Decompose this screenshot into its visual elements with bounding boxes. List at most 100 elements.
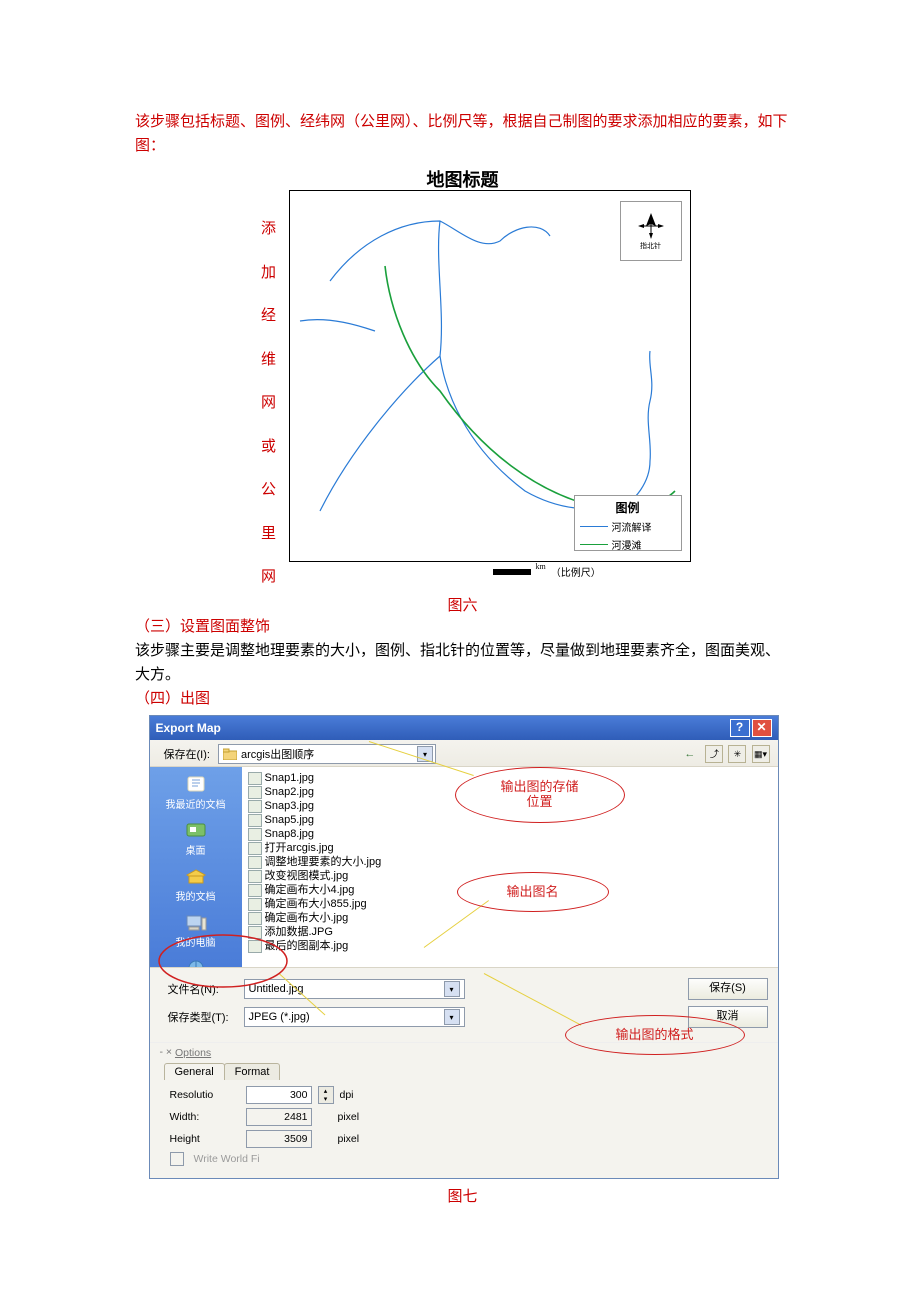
save-in-combo[interactable]: arcgis出图顺序 ▾ (218, 744, 436, 764)
cancel-button[interactable]: 取消 (688, 1006, 768, 1028)
places-documents[interactable]: 我的文档 (150, 867, 242, 903)
desktop-icon (184, 821, 208, 841)
image-file-icon (248, 856, 262, 869)
side-label-char: 公 (261, 469, 277, 513)
image-file-icon (248, 926, 262, 939)
intro-paragraph: 该步骤包括标题、图例、经纬网（公里网）、比例尺等，根据自己制图的要求添加相应的要… (135, 110, 790, 158)
map-title: 地图标题 (183, 166, 743, 192)
places-computer[interactable]: 我的电脑 (150, 913, 242, 949)
file-item-label: Snap5.jpg (265, 814, 315, 826)
width-unit: pixel (338, 1111, 360, 1123)
file-item[interactable]: 确定画布大小855.jpg (248, 897, 772, 911)
scale-unit: km (536, 562, 546, 571)
options-header[interactable]: Options (175, 1047, 211, 1059)
dialog-titlebar: Export Map ? ✕ (150, 716, 778, 740)
side-label-char: 经 (261, 295, 277, 339)
save-in-value: arcgis出图顺序 (241, 746, 314, 762)
dialog-title: Export Map (156, 721, 221, 735)
legend-box: 图例 河流解译 河漫滩 (574, 495, 682, 551)
section-4-heading: （四）出图 (135, 687, 790, 711)
file-item[interactable]: 打开arcgis.jpg (248, 841, 772, 855)
views-button[interactable]: ▦▾ (752, 745, 770, 763)
file-item[interactable]: Snap8.jpg (248, 827, 772, 841)
image-file-icon (248, 898, 262, 911)
places-desktop[interactable]: 桌面 (150, 821, 242, 857)
file-item[interactable]: 确定画布大小.jpg (248, 911, 772, 925)
export-map-dialog: Export Map ? ✕ 保存在(I): arcgis出图顺序 ▾ ← ⤴ (149, 715, 779, 1179)
file-item[interactable]: 调整地理要素的大小.jpg (248, 855, 772, 869)
resolution-field[interactable]: 300 (246, 1086, 312, 1104)
file-item-label: Snap1.jpg (265, 772, 315, 784)
section-3-heading: （三）设置图面整饰 (135, 615, 790, 639)
file-item[interactable]: Snap3.jpg (248, 799, 772, 813)
resolution-label: Resolutio (170, 1089, 240, 1101)
file-item[interactable]: 确定画布大小4.jpg (248, 883, 772, 897)
resolution-unit: dpi (340, 1089, 354, 1101)
folder-icon (223, 748, 237, 760)
image-file-icon (248, 814, 262, 827)
file-item[interactable]: 添加数据.JPG (248, 925, 772, 939)
places-recent[interactable]: 我最近的文档 (150, 775, 242, 811)
north-arrow-box: 指北针 (620, 201, 682, 261)
north-arrow-label: 指北针 (640, 241, 661, 251)
dropdown-icon[interactable]: ▾ (444, 1009, 460, 1025)
map-side-annotation: 添加经维网或公里网 (261, 208, 277, 600)
file-item[interactable]: 改变视图模式.jpg (248, 869, 772, 883)
new-folder-button[interactable]: ✳ (728, 745, 746, 763)
legend-label-river: 河流解译 (612, 519, 652, 534)
file-list[interactable]: Snap1.jpg Snap2.jpgSnap3.jpgSnap5.jpg Snap… (242, 767, 778, 967)
file-item-label: 最后的图副本.jpg (265, 940, 349, 952)
computer-icon (184, 913, 208, 933)
side-label-char: 网 (261, 556, 277, 600)
file-item[interactable]: Snap5.jpg (248, 813, 772, 827)
filetype-combo[interactable]: JPEG (*.jpg) ▾ (244, 1007, 465, 1027)
width-field: 2481 (246, 1108, 312, 1126)
file-item-label: Snap2.jpg (265, 786, 315, 798)
legend-label-floodplain: 河漫滩 (612, 537, 642, 552)
image-file-icon (248, 870, 262, 883)
close-button[interactable]: ✕ (752, 719, 772, 737)
side-label-char: 维 (261, 339, 277, 383)
height-field: 3509 (246, 1130, 312, 1148)
height-unit: pixel (338, 1133, 360, 1145)
north-arrow-icon (636, 211, 666, 241)
image-file-icon (248, 940, 262, 953)
width-label: Width: (170, 1111, 240, 1123)
save-in-label: 保存在(I): (164, 746, 210, 762)
file-item-label: 打开arcgis.jpg (265, 842, 334, 854)
height-label: Height (170, 1133, 240, 1145)
places-bar: 我最近的文档 桌面 我的文档 我的电脑 (150, 767, 242, 967)
image-file-icon (248, 842, 262, 855)
file-item[interactable]: Snap1.jpg (248, 771, 772, 785)
save-button[interactable]: 保存(S) (688, 978, 768, 1000)
side-label-char: 或 (261, 426, 277, 470)
image-file-icon (248, 786, 262, 799)
tab-general[interactable]: General (164, 1063, 225, 1080)
file-item-label: 确定画布大小4.jpg (265, 884, 355, 896)
file-item[interactable]: Snap2.jpg (248, 785, 772, 799)
help-button[interactable]: ? (730, 719, 750, 737)
image-file-icon (248, 884, 262, 897)
recent-docs-icon (184, 775, 208, 795)
figure-6: 地图标题 添加经维网或公里网 指北针 (183, 166, 743, 590)
image-file-icon (248, 828, 262, 841)
figure-6-caption: 图六 (135, 594, 790, 615)
filename-field[interactable]: Untitled.jpg ▾ (244, 979, 465, 999)
resolution-spinner[interactable]: ▴▾ (318, 1086, 334, 1104)
image-file-icon (248, 772, 262, 785)
image-file-icon (248, 912, 262, 925)
tab-format[interactable]: Format (224, 1063, 281, 1080)
figure-7-caption: 图七 (135, 1185, 790, 1206)
options-panel: - × Options General Format Resolutio 300… (150, 1042, 778, 1178)
write-world-file-checkbox[interactable] (170, 1152, 184, 1166)
file-item[interactable]: 最后的图副本.jpg (248, 939, 772, 953)
scale-note: （比例尺） (551, 564, 601, 579)
up-folder-button[interactable]: ⤴ (705, 745, 723, 763)
side-label-char: 加 (261, 252, 277, 296)
dropdown-icon[interactable]: ▾ (417, 746, 433, 762)
back-button[interactable]: ← (684, 748, 695, 760)
file-item-label: 改变视图模式.jpg (265, 870, 349, 882)
file-item-label: 确定画布大小.jpg (265, 912, 349, 924)
dropdown-icon[interactable]: ▾ (444, 981, 460, 997)
file-item-label: Snap8.jpg (265, 828, 315, 840)
